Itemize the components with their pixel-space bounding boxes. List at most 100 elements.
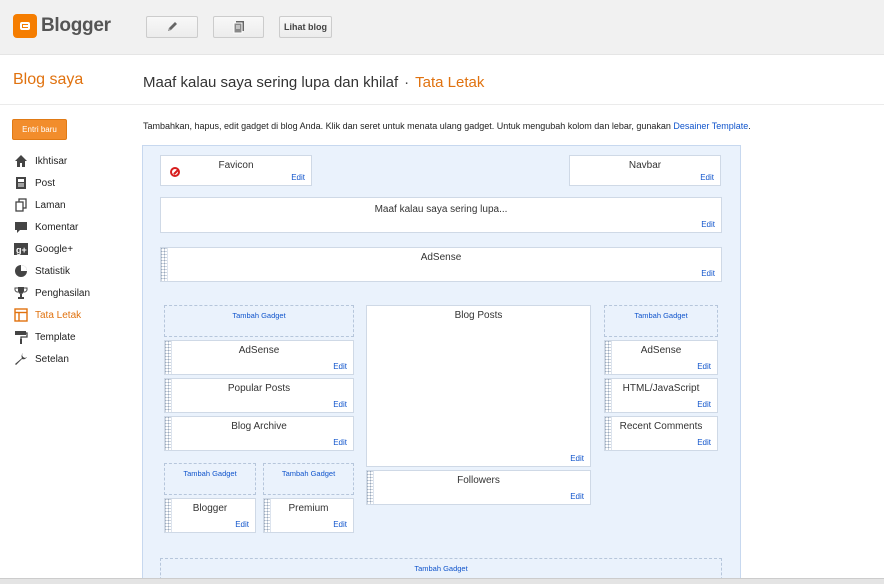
- gadget-title: Followers: [457, 475, 500, 486]
- sidebar-item-label: Laman: [35, 199, 66, 211]
- home-icon: [13, 153, 29, 169]
- sidebar-item-laman[interactable]: Laman: [13, 194, 90, 216]
- header-divider: [0, 104, 884, 105]
- gadget-title: Recent Comments: [619, 421, 703, 432]
- gadget-favicon[interactable]: Favicon Edit: [160, 155, 312, 186]
- gadget-title: AdSense: [640, 345, 682, 356]
- posts-list-button[interactable]: [213, 16, 264, 38]
- comment-icon: [13, 219, 29, 235]
- sidebar-nav: Ikhtisar Post Laman Komentar g+ Google+ …: [13, 150, 90, 370]
- new-post-button[interactable]: Entri baru: [12, 119, 67, 140]
- sidebar-item-komentar[interactable]: Komentar: [13, 216, 90, 238]
- sidebar-item-statistik[interactable]: Statistik: [13, 260, 90, 282]
- gadget-header[interactable]: Maaf kalau saya sering lupa... Edit: [160, 197, 722, 233]
- stats-icon: [13, 263, 29, 279]
- gadget-html-javascript[interactable]: HTML/JavaScript Edit: [604, 378, 718, 413]
- add-gadget-link[interactable]: Tambah Gadget: [161, 564, 721, 573]
- edit-link[interactable]: Edit: [700, 173, 714, 182]
- sidebar-item-google-plus[interactable]: g+ Google+: [13, 238, 90, 260]
- svg-text:g+: g+: [16, 245, 27, 255]
- gadget-followers[interactable]: Followers Edit: [366, 470, 591, 505]
- gadget-blog-archive[interactable]: Blog Archive Edit: [164, 416, 354, 451]
- sidebar-item-setelan[interactable]: Setelan: [13, 348, 90, 370]
- gadget-premium[interactable]: Premium Edit: [263, 498, 354, 533]
- title-separator: ·: [404, 74, 410, 91]
- layout-icon: [13, 307, 29, 323]
- view-blog-button[interactable]: Lihat blog: [279, 16, 332, 38]
- layout-canvas: Favicon Edit Navbar Edit Maaf kalau saya…: [142, 145, 741, 584]
- sidebar-item-label: Post: [35, 177, 56, 189]
- wrench-icon: [13, 351, 29, 367]
- logo-text: Blogger: [41, 15, 111, 36]
- sidebar-item-label: Komentar: [35, 221, 79, 233]
- gadget-adsense-top[interactable]: AdSense Edit: [160, 247, 722, 282]
- sidebar-item-label: Template: [35, 331, 76, 343]
- pages-icon: [13, 197, 29, 213]
- edit-link[interactable]: Edit: [570, 454, 584, 463]
- gadget-title: AdSense: [238, 345, 280, 356]
- edit-link[interactable]: Edit: [570, 492, 584, 501]
- copy-icon: [233, 21, 244, 34]
- sidebar-item-ikhtisar[interactable]: Ikhtisar: [13, 150, 90, 172]
- sidebar-item-label: Setelan: [35, 353, 69, 365]
- sidebar-item-label: Penghasilan: [35, 287, 91, 299]
- new-post-pencil-button[interactable]: [146, 16, 198, 38]
- edit-link[interactable]: Edit: [333, 400, 347, 409]
- edit-link[interactable]: Edit: [701, 220, 715, 229]
- edit-link[interactable]: Edit: [333, 362, 347, 371]
- sidebar-item-post[interactable]: Post: [13, 172, 90, 194]
- gadget-recent-comments[interactable]: Recent Comments Edit: [604, 416, 718, 451]
- google-plus-icon: g+: [13, 241, 29, 257]
- add-gadget-link[interactable]: Tambah Gadget: [165, 469, 255, 478]
- gadget-navbar[interactable]: Navbar Edit: [569, 155, 721, 186]
- gadget-title: AdSense: [420, 252, 462, 263]
- edit-link[interactable]: Edit: [333, 520, 347, 529]
- trophy-icon: [13, 285, 29, 301]
- blogger-logo[interactable]: Blogger: [13, 14, 111, 38]
- instructions-end: .: [748, 121, 751, 131]
- gadget-title: Premium: [288, 503, 329, 514]
- edit-link[interactable]: Edit: [291, 173, 305, 182]
- gadget-popular-posts[interactable]: Popular Posts Edit: [164, 378, 354, 413]
- add-gadget-left-sidebar[interactable]: Tambah Gadget: [164, 305, 354, 337]
- sidebar-item-penghasilan[interactable]: Penghasilan: [13, 282, 90, 304]
- gadget-title: Navbar: [628, 160, 662, 171]
- add-gadget-footer-2[interactable]: Tambah Gadget: [263, 463, 354, 495]
- gadget-title: HTML/JavaScript: [622, 383, 700, 394]
- section-title: Tata Letak: [415, 74, 485, 91]
- sidebar-item-label: Tata Letak: [35, 309, 82, 321]
- top-bar: Blogger Lihat blog: [0, 0, 884, 55]
- gadget-left-adsense[interactable]: AdSense Edit: [164, 340, 354, 375]
- edit-link[interactable]: Edit: [697, 438, 711, 447]
- layout-instructions: Tambahkan, hapus, edit gadget di blog An…: [143, 121, 751, 131]
- add-gadget-link[interactable]: Tambah Gadget: [165, 311, 353, 320]
- edit-link[interactable]: Edit: [235, 520, 249, 529]
- gadget-title: Blog Archive: [231, 421, 287, 432]
- sidebar-item-label: Google+: [35, 243, 74, 255]
- add-gadget-link[interactable]: Tambah Gadget: [264, 469, 353, 478]
- gadget-title: Popular Posts: [227, 383, 291, 394]
- add-gadget-link[interactable]: Tambah Gadget: [605, 311, 717, 320]
- sidebar-item-tata-letak[interactable]: Tata Letak: [13, 304, 90, 326]
- edit-link[interactable]: Edit: [697, 400, 711, 409]
- pencil-icon: [168, 22, 177, 31]
- gadget-blogger[interactable]: Blogger Edit: [164, 498, 256, 533]
- paint-roller-icon: [13, 329, 29, 345]
- blog-name[interactable]: Maaf kalau saya sering lupa dan khilaf: [143, 74, 398, 91]
- edit-link[interactable]: Edit: [701, 269, 715, 278]
- add-gadget-right-sidebar[interactable]: Tambah Gadget: [604, 305, 718, 337]
- gadget-blog-posts[interactable]: Blog Posts Edit: [366, 305, 591, 467]
- gadget-right-adsense[interactable]: AdSense Edit: [604, 340, 718, 375]
- template-designer-link[interactable]: Desainer Template: [673, 121, 748, 131]
- sidebar-item-label: Ikhtisar: [35, 155, 68, 167]
- page-title: Maaf kalau saya sering lupa dan khilaf · T…: [143, 74, 484, 91]
- edit-link[interactable]: Edit: [333, 438, 347, 447]
- gadget-title: Blogger: [192, 503, 228, 514]
- add-gadget-footer-1[interactable]: Tambah Gadget: [164, 463, 256, 495]
- my-blogs-link[interactable]: Blog saya: [13, 71, 83, 89]
- gadget-title: Favicon: [218, 160, 254, 171]
- sidebar-item-template[interactable]: Template: [13, 326, 90, 348]
- browser-bottom-bar: [0, 578, 884, 584]
- gadget-title: Maaf kalau saya sering lupa...: [374, 204, 508, 215]
- edit-link[interactable]: Edit: [697, 362, 711, 371]
